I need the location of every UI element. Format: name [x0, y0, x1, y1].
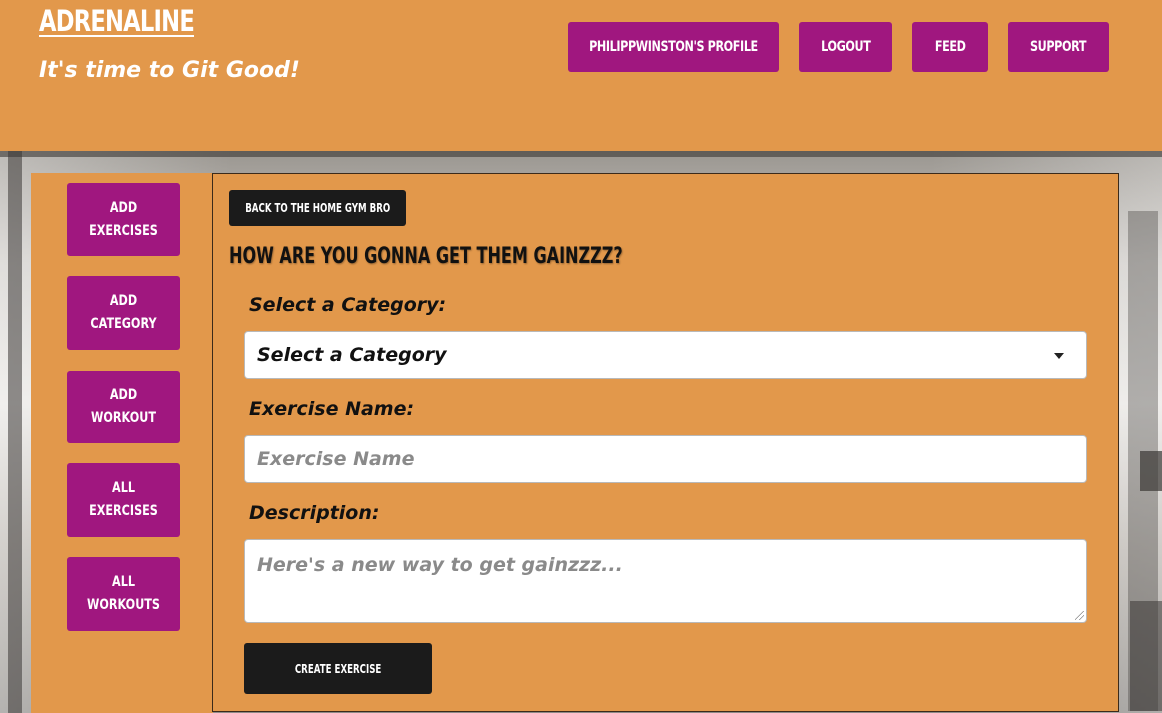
site-tagline: It's time to Git Good! — [39, 58, 300, 83]
feed-button-label: Feed — [934, 39, 966, 55]
sidebar-item-label: Add Exercises — [89, 199, 158, 239]
create-exercise-button[interactable]: Create Exercise — [244, 643, 432, 694]
exercise-name-placeholder: Exercise Name — [257, 448, 415, 470]
sidebar-item-add-exercises[interactable]: Add Exercises — [67, 183, 180, 256]
sidebar-item-label: Add Workout — [91, 387, 156, 426]
profile-button-label: PhilippWinston's Profile — [589, 39, 758, 55]
description-label: Description: — [249, 502, 380, 524]
category-label: Select a Category: — [249, 294, 447, 316]
sidebar-item-all-exercises[interactable]: All Exercises — [67, 463, 180, 537]
caret-down-icon — [1054, 353, 1064, 359]
logout-button[interactable]: Logout — [799, 22, 892, 72]
sidebar-item-add-category[interactable]: Add Category — [67, 276, 180, 350]
support-button-label: Support — [1030, 39, 1087, 55]
description-textarea[interactable]: Here's a new way to get gainzzz... — [244, 539, 1087, 623]
sidebar-item-add-workout[interactable]: Add Workout — [67, 371, 180, 443]
form-title: How are you gonna get them gainzzz? — [229, 244, 623, 269]
create-exercise-button-label: Create Exercise — [294, 661, 382, 676]
site-header: Adrenaline It's time to Git Good! Philip… — [0, 0, 1162, 151]
create-exercise-form: Back to the Home Gym Bro How are you gon… — [212, 173, 1119, 712]
back-home-button-label: Back to the Home Gym Bro — [244, 201, 391, 215]
category-select-value: Select a Category — [257, 344, 447, 366]
feed-button[interactable]: Feed — [912, 22, 988, 72]
brand-logo-link[interactable]: Adrenaline — [39, 4, 195, 38]
sidebar-item-label: All Workouts — [87, 574, 160, 613]
back-home-button[interactable]: Back to the Home Gym Bro — [229, 190, 406, 226]
support-button[interactable]: Support — [1008, 22, 1109, 72]
description-placeholder: Here's a new way to get gainzzz... — [257, 554, 623, 576]
sidebar-item-label: All Exercises — [89, 480, 158, 519]
sidebar-item-all-workouts[interactable]: All Workouts — [67, 557, 180, 631]
exercise-name-label: Exercise Name: — [249, 398, 415, 420]
resize-grip-icon[interactable] — [1075, 611, 1084, 620]
sidebar-item-label: Add Category — [90, 293, 157, 332]
exercise-name-input[interactable]: Exercise Name — [244, 435, 1087, 483]
profile-button[interactable]: PhilippWinston's Profile — [568, 22, 779, 72]
sidebar: Add Exercises Add Category Add Workout A… — [31, 173, 213, 713]
category-select[interactable]: Select a Category — [244, 331, 1087, 379]
logout-button-label: Logout — [820, 39, 871, 55]
